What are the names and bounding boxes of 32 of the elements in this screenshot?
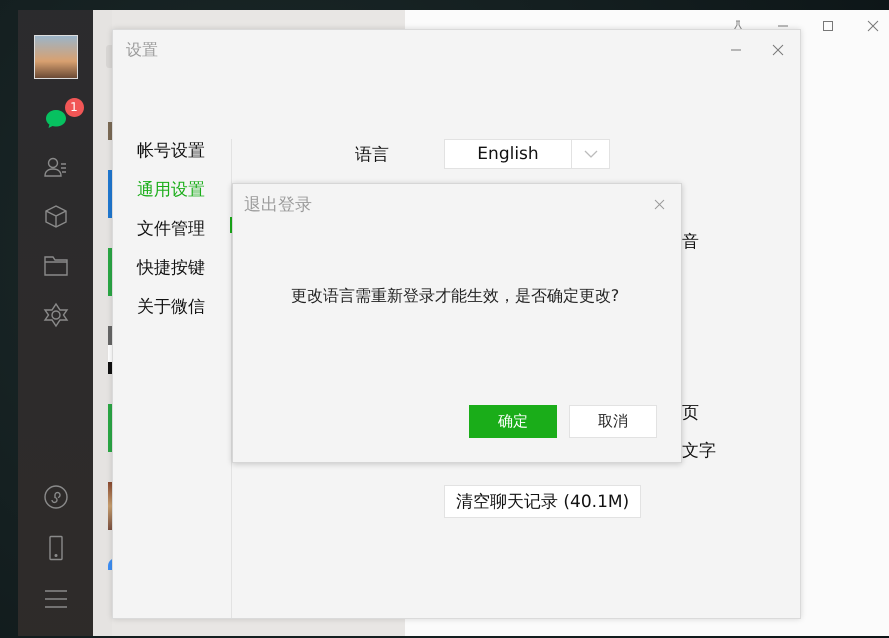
unread-badge: 1 [64,98,84,117]
language-label: 语言 [355,144,390,166]
language-dropdown[interactable]: English [444,139,610,169]
hexagram-icon[interactable] [42,302,68,328]
settings-nav-item[interactable]: 文件管理 [113,217,231,256]
dialog-title: 退出登录 [244,194,313,216]
dialog-message: 更改语言需重新登录才能生效，是否确定更改? [290,286,620,307]
setting-label: 音 [682,232,699,252]
maximize-icon[interactable] [822,20,834,32]
thumbnail-placeholder [108,404,112,452]
clear-history-button[interactable]: 清空聊天记录 (40.1M) [444,485,642,518]
thumbnail-placeholder [108,482,112,530]
thumbnail-placeholder [108,248,112,296]
search-field[interactable] [106,45,112,68]
cube-icon[interactable] [42,204,68,230]
setting-label: 页 [682,403,699,423]
avatar-photo-placeholder[interactable] [34,35,78,79]
cancel-button[interactable]: 取消 [569,405,657,438]
setting-label: 文字 [682,441,716,461]
mini-program-icon[interactable] [42,484,68,510]
selection-indicator [230,217,232,233]
window-title: 设置 [126,40,159,60]
close-icon[interactable] [654,198,665,210]
close-icon[interactable] [867,20,879,32]
thumbnail-placeholder [108,122,112,140]
settings-nav-item[interactable]: 快捷按键 [113,256,231,295]
chevron-icon [584,150,598,158]
thumbnail-placeholder [108,326,112,374]
close-icon[interactable] [772,44,784,56]
settings-nav-item[interactable]: 帐号设置 [113,139,231,178]
thumbnail-placeholder [108,170,112,218]
settings-nav-item[interactable]: 关于微信 [113,295,231,334]
